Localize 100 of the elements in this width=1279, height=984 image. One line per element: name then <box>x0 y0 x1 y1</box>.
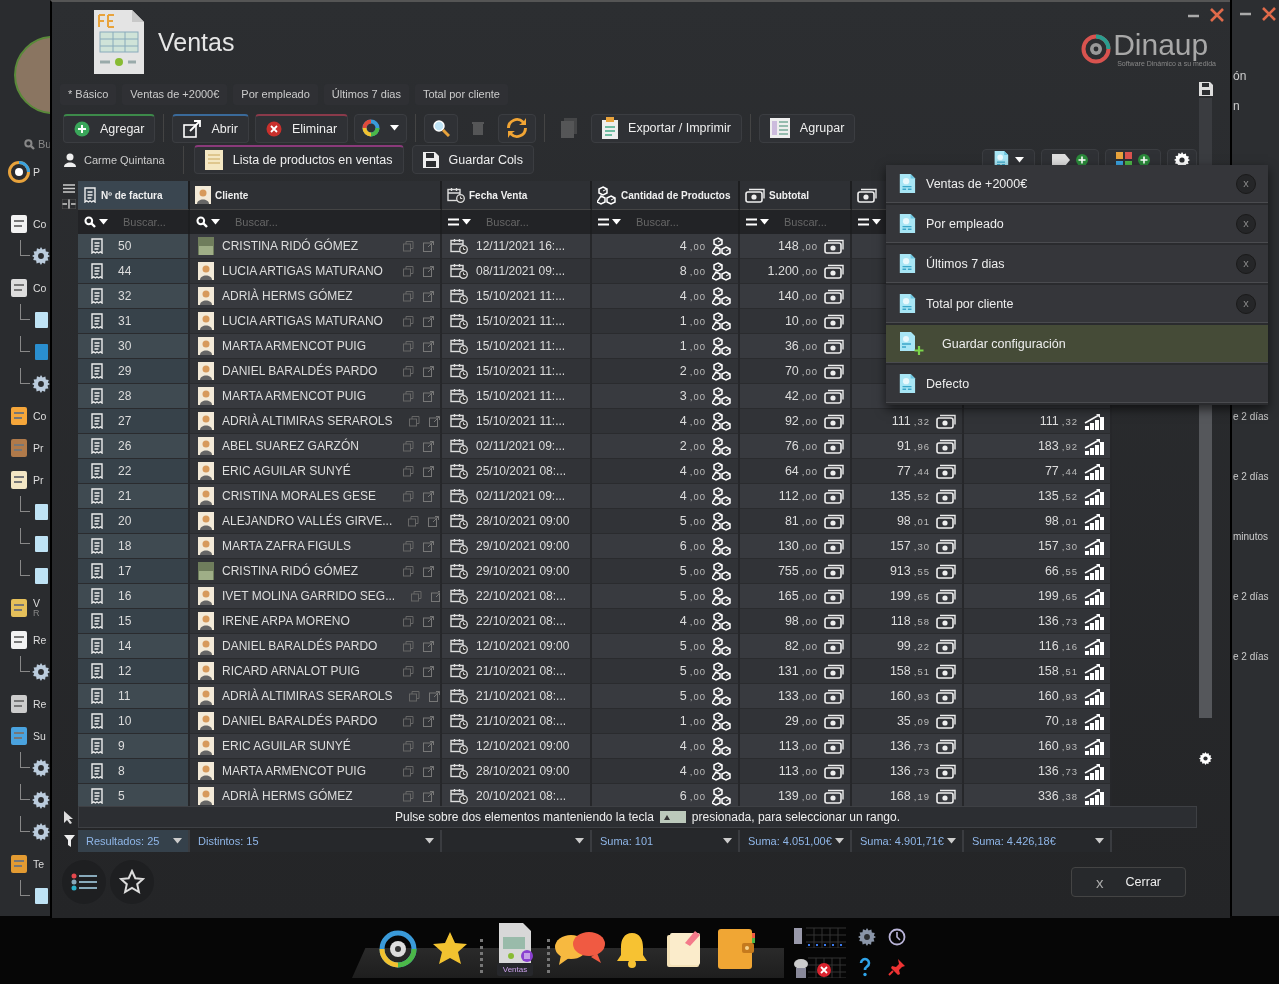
menu-item-label[interactable]: Co <box>33 410 47 422</box>
favorite-button[interactable] <box>110 860 154 904</box>
search-field[interactable]: Buscar... <box>78 209 190 234</box>
view-tab[interactable]: Últimos 7 dias <box>323 84 409 105</box>
copy-icon <box>403 740 414 752</box>
remove-button[interactable]: x <box>1236 293 1256 314</box>
calendar-clock-icon <box>450 513 468 529</box>
column-header[interactable]: Subtotal <box>769 189 809 201</box>
refresh-button[interactable] <box>498 113 537 143</box>
avatar-icon <box>198 287 214 305</box>
search-input[interactable]: Buscar... <box>121 215 188 229</box>
settings-icon <box>1199 752 1212 765</box>
view-tab[interactable]: Por empleado <box>233 84 318 105</box>
cubes-icon <box>712 561 732 581</box>
view-tab[interactable]: * Básico <box>60 84 117 105</box>
search-field[interactable]: Bu <box>38 138 50 150</box>
view-menu-item[interactable]: Últimos 7 dias x <box>886 245 1268 283</box>
receipt-icon <box>90 338 104 354</box>
view-tab[interactable]: Ventas de +2000€ <box>122 84 228 105</box>
avatar-icon <box>198 337 214 355</box>
remove-button[interactable]: x <box>1236 253 1256 274</box>
view-menu-item[interactable]: Defecto <box>886 365 1268 403</box>
amount-value: 35,09 <box>896 714 930 728</box>
quantity-value: 8,00 <box>679 264 706 278</box>
caret-icon <box>947 838 956 844</box>
caret-icon <box>612 219 621 225</box>
menu-item-label[interactable]: Co <box>33 218 47 230</box>
banknote-icon <box>936 638 956 654</box>
search-input[interactable]: Buscar... <box>484 215 590 229</box>
column-header[interactable]: Cliente <box>215 189 249 201</box>
color-button[interactable] <box>354 113 408 143</box>
document-icon <box>898 293 916 314</box>
date-text: 22/10/2021 08:... <box>476 614 567 628</box>
summary-dropdown[interactable]: Suma: 4.901,71€ <box>852 830 964 852</box>
avatar-icon <box>198 612 214 630</box>
receipt-icon <box>90 313 104 329</box>
copy-icon <box>403 615 414 627</box>
column-header[interactable]: Fecha Venta <box>469 189 528 201</box>
banknote-icon <box>824 413 844 429</box>
add-button[interactable]: Agregar <box>63 113 156 143</box>
save-columns-button[interactable]: Guardar Cols <box>411 145 534 174</box>
search-input[interactable]: Buscar... <box>782 215 850 229</box>
search-input[interactable]: Buscar... <box>634 215 738 229</box>
list-button[interactable] <box>62 860 106 904</box>
menu-item-label[interactable]: Su <box>33 730 46 742</box>
document-icon <box>898 253 916 274</box>
menu-item-label[interactable]: Te <box>33 858 45 870</box>
open-link-icon <box>423 540 434 552</box>
amount-value: 77,44 <box>896 464 930 478</box>
logo-text: Dinaup <box>1113 30 1210 60</box>
close-button[interactable]: x Cerrar <box>1071 867 1186 897</box>
client-name: ADRIÀ HERMS GÓMEZ <box>222 289 353 303</box>
caret-icon <box>99 219 108 225</box>
menu-item-label[interactable]: Re <box>33 634 47 646</box>
amount-value: 98,01 <box>896 514 930 528</box>
calendar-clock-icon <box>450 613 468 629</box>
summary-dropdown[interactable]: Suma: 101 <box>592 830 740 852</box>
menu-item-label[interactable]: Re <box>33 698 47 710</box>
taskbar-app[interactable]: Ventas <box>491 922 539 976</box>
avatar-icon <box>198 412 214 430</box>
summary-dropdown[interactable]: Suma: 4.051,00€ <box>740 830 852 852</box>
summary-dropdown[interactable]: Resultados: 25 <box>78 830 190 852</box>
export-button[interactable]: Exportar / Imprimir <box>591 113 742 143</box>
view-menu-item[interactable]: Total por cliente x <box>886 285 1268 323</box>
amount-value: 91,96 <box>896 439 930 453</box>
invoice-number: 12 <box>118 664 132 678</box>
search-field[interactable]: Buscar... <box>592 209 740 234</box>
copy-icon <box>403 490 414 502</box>
gear-ring-icon <box>8 161 30 183</box>
delete-button[interactable]: Eliminar <box>254 113 349 143</box>
summary-dropdown[interactable]: Suma: 4.426,18€ <box>964 830 1112 852</box>
cubes-icon <box>712 361 732 381</box>
menu-item-label[interactable]: P <box>33 166 40 178</box>
view-tab[interactable]: Total por cliente <box>414 84 508 105</box>
search-button[interactable] <box>424 113 459 143</box>
view-menu-item[interactable]: Ventas de +2000€ x <box>886 165 1268 203</box>
amount-value: 755,00 <box>777 564 818 578</box>
group-button[interactable]: Agrupar <box>758 113 856 143</box>
remove-button[interactable]: x <box>1236 173 1256 194</box>
open-button[interactable]: Abrir <box>172 113 249 143</box>
view-menu-item[interactable]: Guardar configuración <box>886 325 1268 363</box>
menu-item-label[interactable]: Pr <box>33 442 44 454</box>
avatar-icon <box>198 687 214 705</box>
menu-item-label[interactable]: V <box>33 598 40 609</box>
calendar-clock-icon <box>450 488 468 504</box>
time-label: e 2 días <box>1233 471 1269 482</box>
date-text: 02/11/2021 09:... <box>476 439 566 453</box>
product-list-button[interactable]: Lista de productos en ventas <box>193 145 404 174</box>
cubes-icon <box>712 436 732 456</box>
remove-button[interactable]: x <box>1236 213 1256 234</box>
search-field[interactable]: Buscar... <box>740 209 852 234</box>
amount-value: 157,30 <box>889 539 930 553</box>
view-menu-item[interactable]: Por empleado x <box>886 205 1268 243</box>
search-field[interactable]: Buscar... <box>190 209 442 234</box>
bar-chart-icon <box>1084 762 1104 780</box>
menu-item-label[interactable]: Co <box>33 282 47 294</box>
search-field[interactable]: Buscar... <box>442 209 592 234</box>
summary-dropdown[interactable]: Distintos: 15 <box>190 830 442 852</box>
search-input[interactable]: Buscar... <box>233 215 440 229</box>
menu-item-label[interactable]: Pr <box>33 474 44 486</box>
